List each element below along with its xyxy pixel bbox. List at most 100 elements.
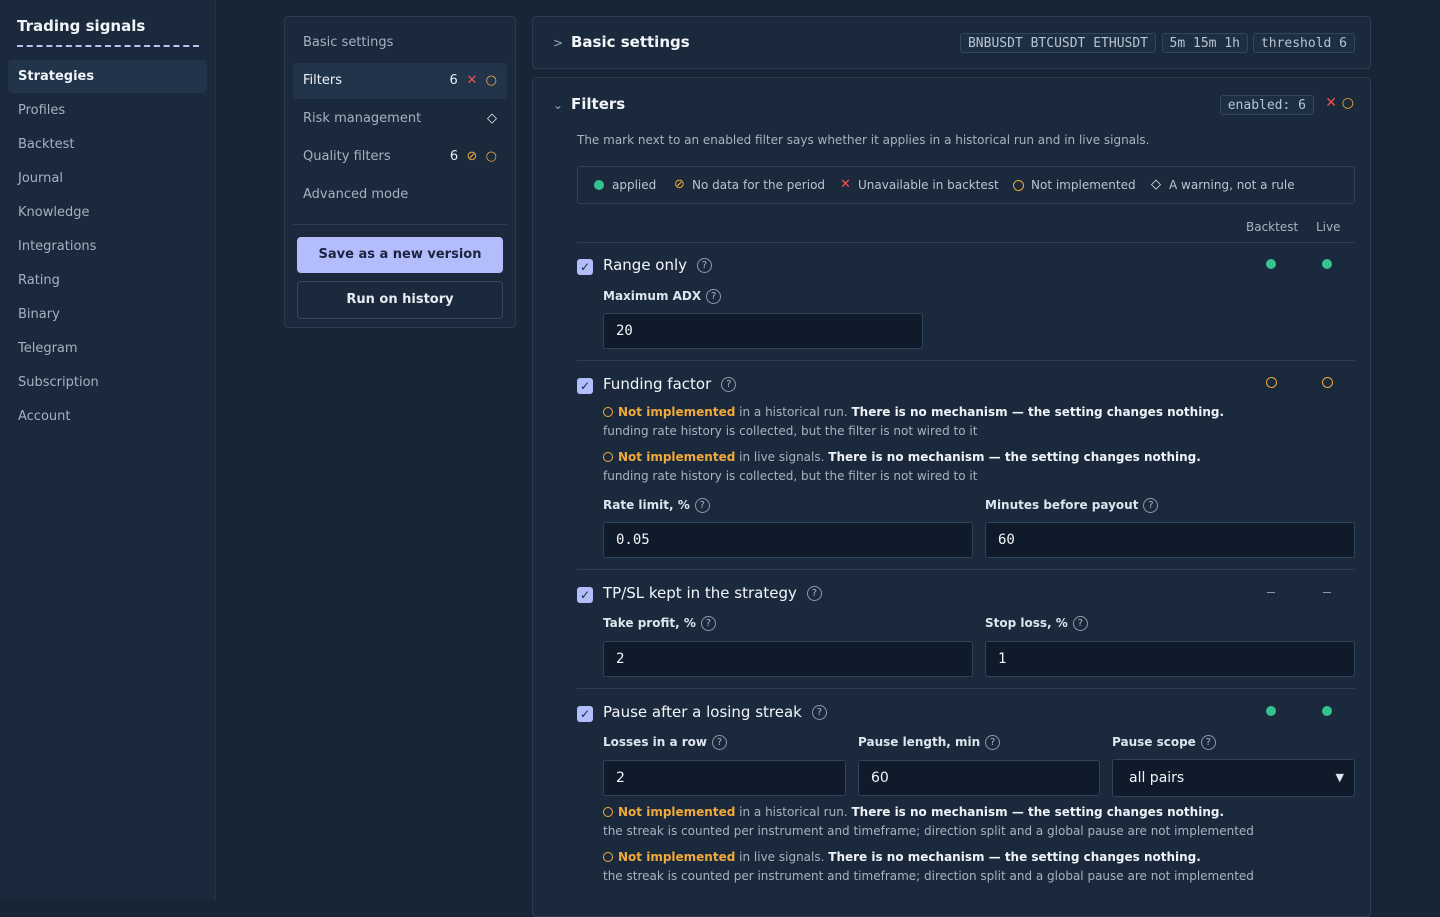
field-label: Pause length, min?: [858, 735, 1001, 750]
ring-icon: [603, 452, 613, 462]
field-label: Losses in a row?: [603, 735, 727, 750]
ring-icon: [603, 807, 613, 817]
card-title: Filters: [571, 95, 626, 113]
threshold-chip: threshold 6: [1252, 33, 1355, 53]
live-not-implemented-icon: [1322, 377, 1333, 388]
field-label: Minutes before payout?: [985, 498, 1159, 513]
legend-applied: applied: [612, 178, 657, 192]
nav-item-backtest[interactable]: Backtest: [8, 128, 207, 161]
nav-item-strategies[interactable]: Strategies: [8, 60, 207, 93]
help-icon[interactable]: ?: [985, 735, 1001, 750]
field-label: Pause scope?: [1112, 735, 1216, 750]
basic-settings-header[interactable]: > Basic settings: [553, 33, 690, 51]
ring-icon: [603, 407, 613, 417]
rate-limit-input[interactable]: 0.05: [603, 522, 973, 558]
divider: [577, 360, 1355, 361]
chevron-down-icon: ⌄: [553, 98, 564, 112]
legend-no-data: No data for the period: [692, 178, 826, 192]
warning-note: funding rate history is collected, but t…: [603, 469, 978, 483]
nav-item-account[interactable]: Account: [8, 400, 207, 433]
help-icon[interactable]: ?: [1072, 616, 1088, 631]
live-applied-icon: [1322, 706, 1332, 716]
filters-header[interactable]: ⌄ Filters: [553, 95, 625, 113]
diamond-icon: ◇: [1151, 177, 1161, 192]
section-item-quality-filters[interactable]: Quality filters 6 ⊘ ○: [293, 139, 507, 175]
tpsl-checkbox[interactable]: ✓: [577, 587, 593, 603]
section-item-filters[interactable]: Filters 6 ✕ ○: [293, 63, 507, 99]
diamond-icon: ◇: [487, 111, 497, 126]
help-icon[interactable]: ?: [1200, 735, 1216, 750]
filter-count: 6: [449, 73, 458, 88]
help-icon[interactable]: ?: [700, 616, 716, 631]
help-icon[interactable]: ?: [697, 258, 713, 273]
historical-warning: Not implemented in a historical run. The…: [603, 405, 1224, 419]
pause-scope-select[interactable]: all pairs ▼: [1112, 759, 1355, 797]
nav-item-journal[interactable]: Journal: [8, 162, 207, 195]
help-icon[interactable]: ?: [806, 586, 822, 601]
help-icon[interactable]: ?: [712, 735, 727, 750]
help-icon[interactable]: ?: [1143, 498, 1159, 513]
historical-warning: Not implemented in a historical run. The…: [603, 805, 1224, 819]
filter-title: Pause after a losing streak?: [603, 703, 827, 721]
nav-item-profiles[interactable]: Profiles: [8, 94, 207, 127]
select-value: all pairs: [1129, 770, 1185, 786]
field-label: Stop loss, %?: [985, 616, 1088, 631]
section-label: Advanced mode: [303, 187, 409, 202]
nav-item-binary[interactable]: Binary: [8, 298, 207, 331]
help-icon[interactable]: ?: [694, 498, 710, 513]
section-label: Quality filters: [303, 149, 391, 164]
help-icon[interactable]: ?: [721, 377, 737, 392]
divider: [293, 224, 507, 225]
sidebar: Trading signals Strategies Profiles Back…: [0, 0, 216, 900]
col-live: Live: [1316, 220, 1341, 234]
losses-in-row-input[interactable]: 2: [603, 760, 846, 796]
cross-icon: ✕: [840, 177, 851, 192]
chevron-down-icon: ▼: [1335, 771, 1344, 784]
filter-title: Funding factor?: [603, 375, 737, 393]
sidebar-nav: Strategies Profiles Backtest Journal Kno…: [8, 60, 207, 434]
nav-item-subscription[interactable]: Subscription: [8, 366, 207, 399]
ring-icon: [1013, 180, 1024, 191]
section-label: Risk management: [303, 111, 422, 126]
live-warning: Not implemented in live signals. There i…: [603, 850, 1201, 864]
basic-settings-card[interactable]: > Basic settings BNBUSDT BTCUSDT ETHUSDT …: [532, 16, 1371, 69]
section-item-basic-settings[interactable]: Basic settings: [293, 25, 507, 61]
applied-dot-icon: [594, 180, 604, 190]
divider: [577, 569, 1355, 570]
stop-loss-input[interactable]: 1: [985, 641, 1355, 677]
section-status-marks: 6 ✕ ○: [450, 63, 497, 99]
section-label: Filters: [303, 73, 342, 88]
nav-item-rating[interactable]: Rating: [8, 264, 207, 297]
field-label: Take profit, %?: [603, 616, 716, 631]
nav-item-knowledge[interactable]: Knowledge: [8, 196, 207, 229]
legend-not-implemented: Not implemented: [1031, 178, 1136, 192]
live-not-applicable-icon: [1323, 592, 1331, 593]
section-label: Basic settings: [303, 35, 394, 50]
max-adx-input[interactable]: 20: [603, 313, 923, 349]
divider: [577, 688, 1355, 689]
take-profit-input[interactable]: 2: [603, 641, 973, 677]
run-history-button[interactable]: Run on history: [297, 281, 503, 319]
minutes-before-payout-input[interactable]: 60: [985, 522, 1355, 558]
funding-factor-checkbox[interactable]: ✓: [577, 378, 593, 394]
no-data-icon: ⊘: [462, 149, 478, 164]
pause-length-input[interactable]: 60: [858, 760, 1100, 796]
help-icon[interactable]: ?: [706, 289, 722, 304]
pause-streak-checkbox[interactable]: ✓: [577, 706, 593, 722]
backtest-not-applicable-icon: [1267, 592, 1275, 593]
nav-item-telegram[interactable]: Telegram: [8, 332, 207, 365]
nav-item-integrations[interactable]: Integrations: [8, 230, 207, 263]
legend-warning: A warning, not a rule: [1169, 178, 1295, 192]
save-version-button[interactable]: Save as a new version: [297, 237, 503, 273]
section-item-risk-management[interactable]: Risk management ◇: [293, 101, 507, 137]
section-item-advanced-mode[interactable]: Advanced mode: [293, 177, 507, 213]
filter-title: Range only?: [603, 256, 713, 274]
app-title: Trading signals: [17, 17, 199, 47]
backtest-applied-icon: [1266, 259, 1276, 269]
help-icon[interactable]: ?: [811, 705, 827, 720]
no-data-icon: ⊘: [674, 177, 685, 192]
warning-note: the streak is counted per instrument and…: [603, 824, 1254, 838]
ring-icon: ○: [1341, 95, 1354, 111]
range-only-checkbox[interactable]: ✓: [577, 259, 593, 275]
divider: [577, 242, 1355, 243]
